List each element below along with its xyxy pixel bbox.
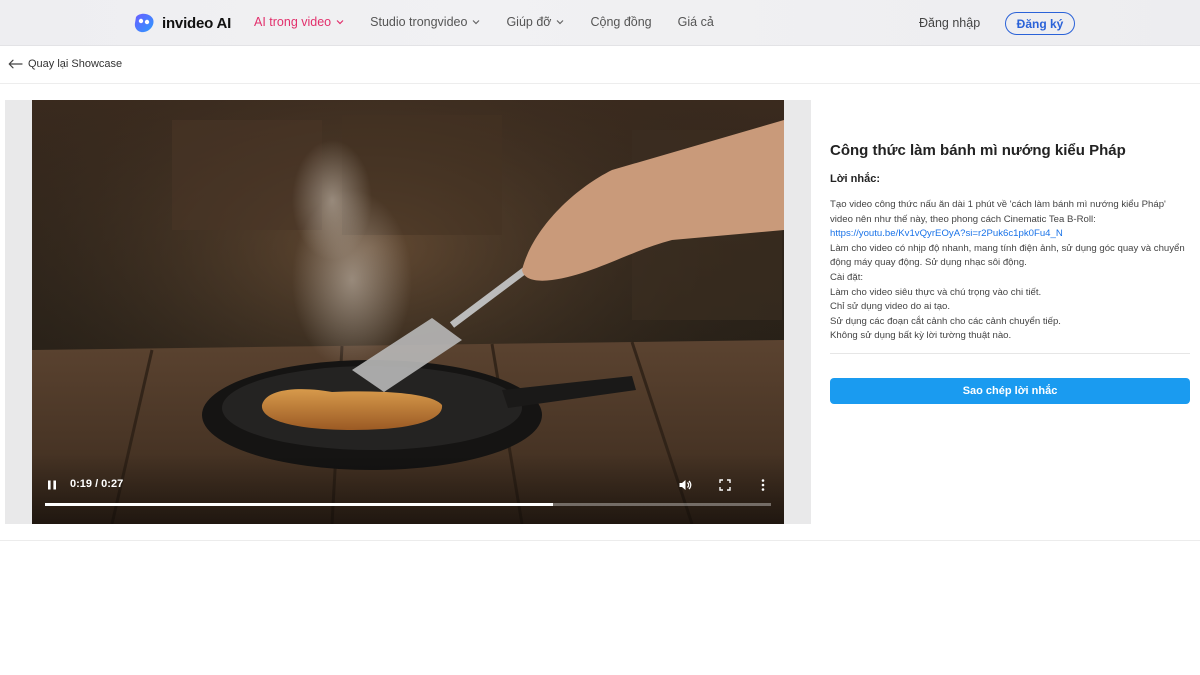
divider: [830, 353, 1190, 354]
prompt-line: Làm cho video siêu thực và chú trọng vào…: [830, 286, 1042, 298]
nav-label: AI trong video: [254, 15, 332, 29]
back-label: Quay lại Showcase: [28, 58, 123, 70]
prompt-label: Lời nhắc:: [830, 173, 880, 185]
nav-label: Studio trongvideo: [370, 15, 468, 29]
nav-item-ai-in-video[interactable]: AI trong video: [254, 15, 344, 29]
fullscreen-icon[interactable]: [719, 479, 731, 491]
back-bar: Quay lại Showcase: [0, 46, 1200, 84]
signup-button[interactable]: Đăng ký: [1005, 12, 1075, 35]
chevron-down-icon: [473, 20, 480, 25]
prompt-line: Sử dụng các đoạn cắt cảnh cho các cảnh c…: [830, 315, 1061, 327]
prompt-intro: Tạo video công thức nấu ăn dài 1 phút về…: [830, 199, 1166, 225]
more-vertical-icon[interactable]: [759, 478, 767, 492]
divider: [0, 540, 1200, 541]
nav-item-pricing[interactable]: Giá cả: [678, 15, 714, 29]
arrow-left-icon: [8, 59, 23, 69]
nav-item-help[interactable]: Giúp đỡ: [506, 15, 564, 29]
top-navbar: invideo AI AI trong video Studio trongvi…: [0, 0, 1200, 46]
page-title: Công thức làm bánh mì nướng kiểu Pháp: [830, 142, 1126, 159]
prompt-line: Chỉ sử dụng video do ai tạo.: [830, 301, 951, 313]
video-time: 0:19 / 0:27: [70, 478, 124, 490]
invideo-logo-icon: [134, 13, 154, 33]
nav-label: Giúp đỡ: [506, 15, 552, 29]
chevron-down-icon: [557, 20, 564, 25]
volume-icon[interactable]: [678, 478, 692, 492]
pause-icon[interactable]: [46, 479, 58, 491]
prompt-link[interactable]: https://youtu.be/Kv1vQyrEOyA?si=r2Puk6c1…: [830, 228, 1063, 239]
video-progress-fill: [45, 503, 554, 506]
video-player[interactable]: 0:19 / 0:27: [32, 100, 784, 524]
prompt-line: Không sử dụng bất kỳ lời tường thuật nào…: [830, 330, 1012, 342]
back-to-showcase-link[interactable]: Quay lại Showcase: [8, 58, 122, 70]
prompt-line: Làm cho video có nhịp độ nhanh, mang tín…: [830, 242, 1185, 269]
prompt-text: Tạo video công thức nấu ăn dài 1 phút về…: [830, 198, 1185, 344]
controls-overlay: [32, 454, 784, 524]
login-link[interactable]: Đăng nhập: [919, 16, 980, 30]
prompt-line: Cài đặt:: [830, 271, 864, 283]
copy-prompt-button[interactable]: Sao chép lời nhắc: [830, 378, 1190, 404]
video-progress-bar[interactable]: [45, 503, 771, 506]
nav-item-studio[interactable]: Studio trongvideo: [370, 15, 480, 29]
main-nav: AI trong video Studio trongvideo Giúp đỡ…: [254, 15, 740, 29]
logo-text: invideo AI: [162, 14, 232, 32]
nav-label: Giá cả: [677, 15, 714, 29]
chevron-down-icon: [336, 20, 344, 25]
nav-label: Cộng đồng: [590, 15, 652, 29]
logo[interactable]: invideo AI: [132, 11, 231, 35]
video-panel: 0:19 / 0:27: [5, 100, 811, 524]
nav-item-community[interactable]: Cộng đồng: [590, 15, 651, 29]
